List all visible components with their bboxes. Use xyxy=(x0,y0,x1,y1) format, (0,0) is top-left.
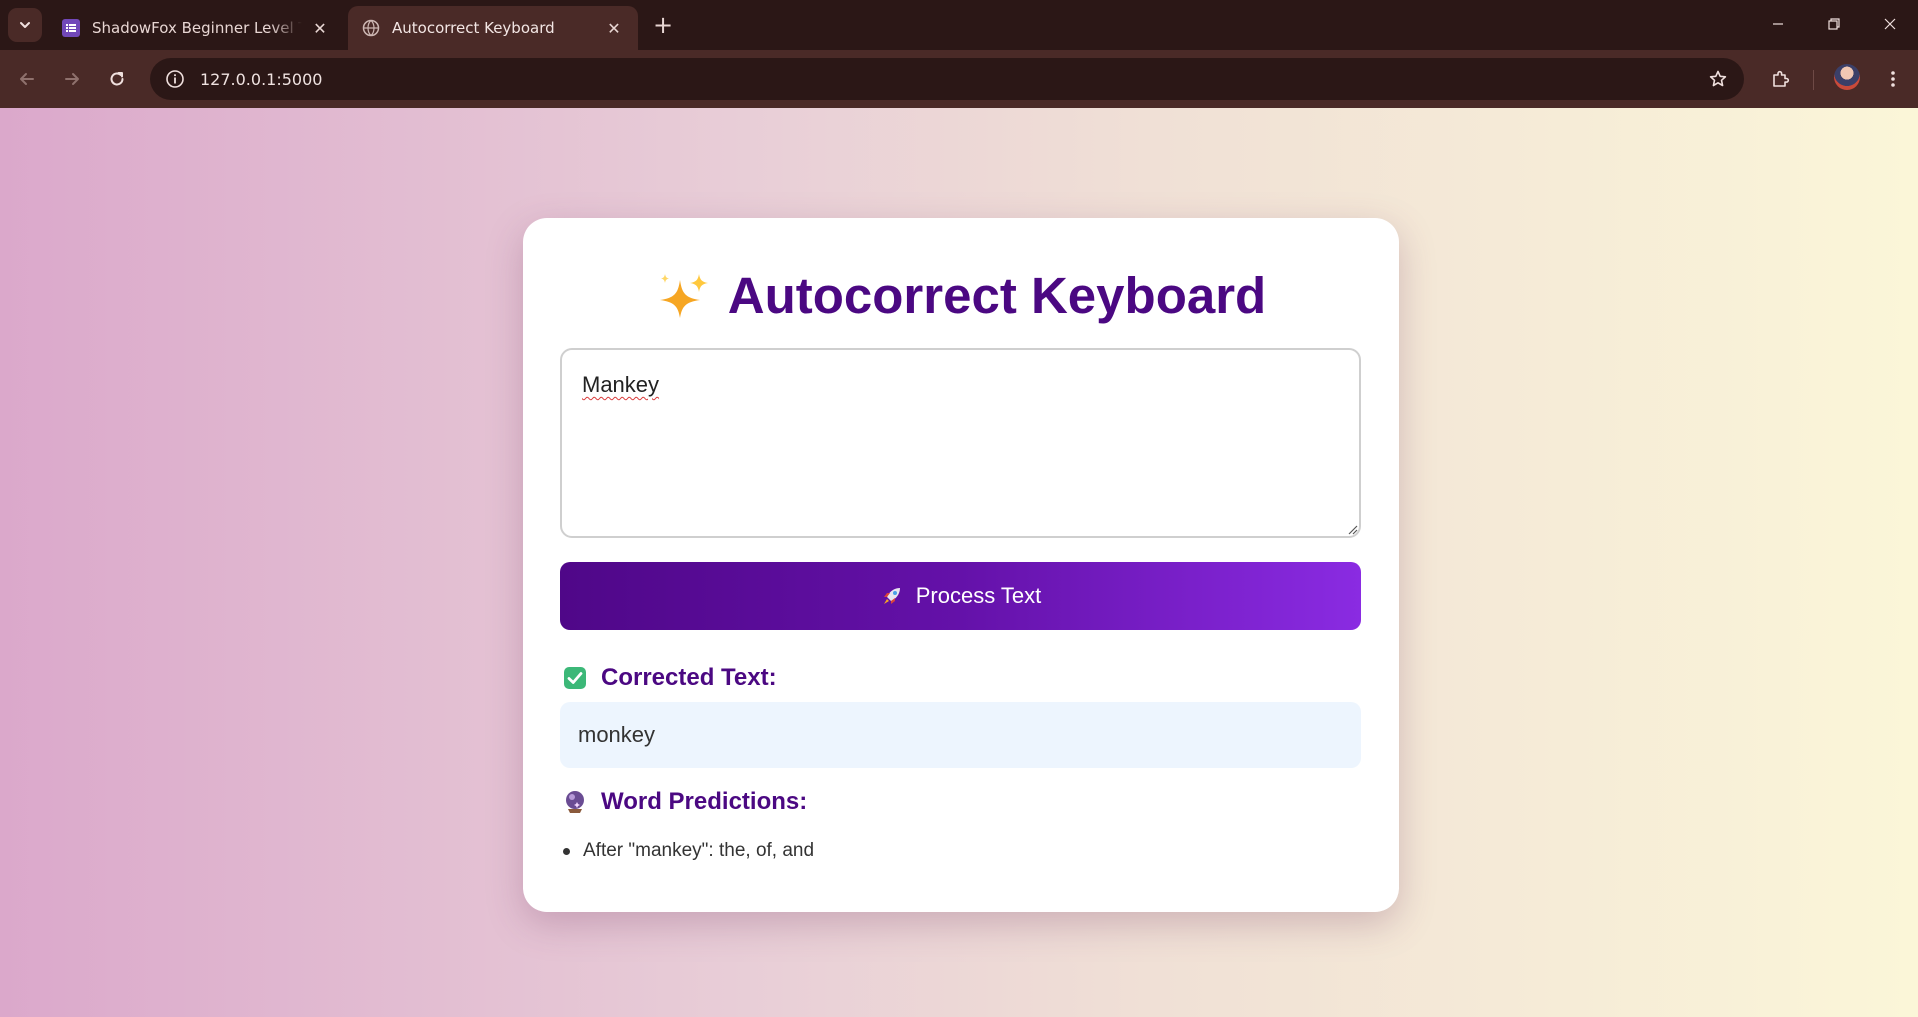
autocorrect-card: Autocorrect Keyboard Mankey Process Text… xyxy=(523,218,1399,912)
extensions-button[interactable] xyxy=(1764,62,1798,96)
new-tab-button[interactable]: + xyxy=(650,12,676,38)
arrow-left-icon xyxy=(20,73,34,85)
text-input[interactable]: Mankey xyxy=(560,348,1361,538)
corrected-text-output: monkey xyxy=(560,702,1361,768)
forms-icon xyxy=(62,19,80,37)
page-title-text: Autocorrect Keyboard xyxy=(727,267,1267,324)
profile-avatar[interactable] xyxy=(1834,64,1860,90)
arrow-right-icon xyxy=(65,73,79,85)
predictions-heading-label: Word Predictions: xyxy=(601,788,808,815)
tab-title: Autocorrect Keyboard xyxy=(392,19,555,37)
close-tab-icon[interactable]: ✕ xyxy=(604,18,624,38)
process-button-label: Process Text xyxy=(915,583,1042,608)
puzzle-piece-icon xyxy=(1773,70,1790,87)
bookmark-star-icon[interactable] xyxy=(1698,59,1738,99)
rocket-icon xyxy=(880,584,904,608)
close-tab-icon[interactable]: ✕ xyxy=(310,18,330,38)
corrected-text-value: monkey xyxy=(578,722,656,747)
browser-menu-button[interactable] xyxy=(1876,62,1910,96)
bullet-dot xyxy=(563,847,570,855)
browser-tab-strip: ShadowFox Beginner Level Task ✕ Autocorr… xyxy=(0,0,1918,50)
toolbar-divider xyxy=(1813,70,1814,90)
page-background: Autocorrect Keyboard Mankey Process Text… xyxy=(0,108,1918,1017)
resize-handle-icon[interactable] xyxy=(1346,523,1358,535)
restore-button[interactable] xyxy=(1806,0,1862,48)
reload-button[interactable] xyxy=(100,62,134,96)
close-window-button[interactable] xyxy=(1862,0,1918,48)
reload-icon xyxy=(110,72,124,86)
restore-icon xyxy=(1828,18,1840,30)
corrected-text-heading: Corrected Text: xyxy=(563,664,777,692)
tab-search-button[interactable] xyxy=(8,8,42,42)
list-item: After "mankey": the, of, and xyxy=(563,840,814,862)
crystal-ball-icon xyxy=(563,790,587,814)
tab-shadowfox[interactable]: ShadowFox Beginner Level Task ✕ xyxy=(48,6,344,50)
word-predictions-heading: Word Predictions: xyxy=(563,788,807,816)
page-title: Autocorrect Keyboard xyxy=(523,266,1399,325)
address-text: 127.0.0.1:5000 xyxy=(200,69,323,89)
forward-button[interactable] xyxy=(55,62,89,96)
check-mark-icon xyxy=(563,666,587,690)
predictions-list: After "mankey": the, of, and xyxy=(563,840,814,862)
prediction-text: After "mankey": the, of, and xyxy=(583,840,815,861)
corrected-heading-label: Corrected Text: xyxy=(601,664,777,691)
tab-autocorrect-keyboard[interactable]: Autocorrect Keyboard ✕ xyxy=(348,6,638,50)
process-text-button[interactable]: Process Text xyxy=(560,562,1361,630)
address-bar[interactable]: 127.0.0.1:5000 xyxy=(150,58,1744,100)
back-button[interactable] xyxy=(10,62,44,96)
chevron-down-icon xyxy=(20,22,30,28)
tab-title: ShadowFox Beginner Level Task xyxy=(92,19,302,37)
close-icon xyxy=(1884,18,1896,30)
globe-icon xyxy=(362,19,380,37)
browser-toolbar: 127.0.0.1:5000 xyxy=(0,50,1918,108)
site-info-icon[interactable] xyxy=(154,58,196,100)
minimize-icon xyxy=(1773,23,1783,25)
minimize-button[interactable] xyxy=(1750,0,1806,48)
kebab-menu-icon xyxy=(1891,71,1895,87)
sparkles-icon xyxy=(656,272,710,320)
